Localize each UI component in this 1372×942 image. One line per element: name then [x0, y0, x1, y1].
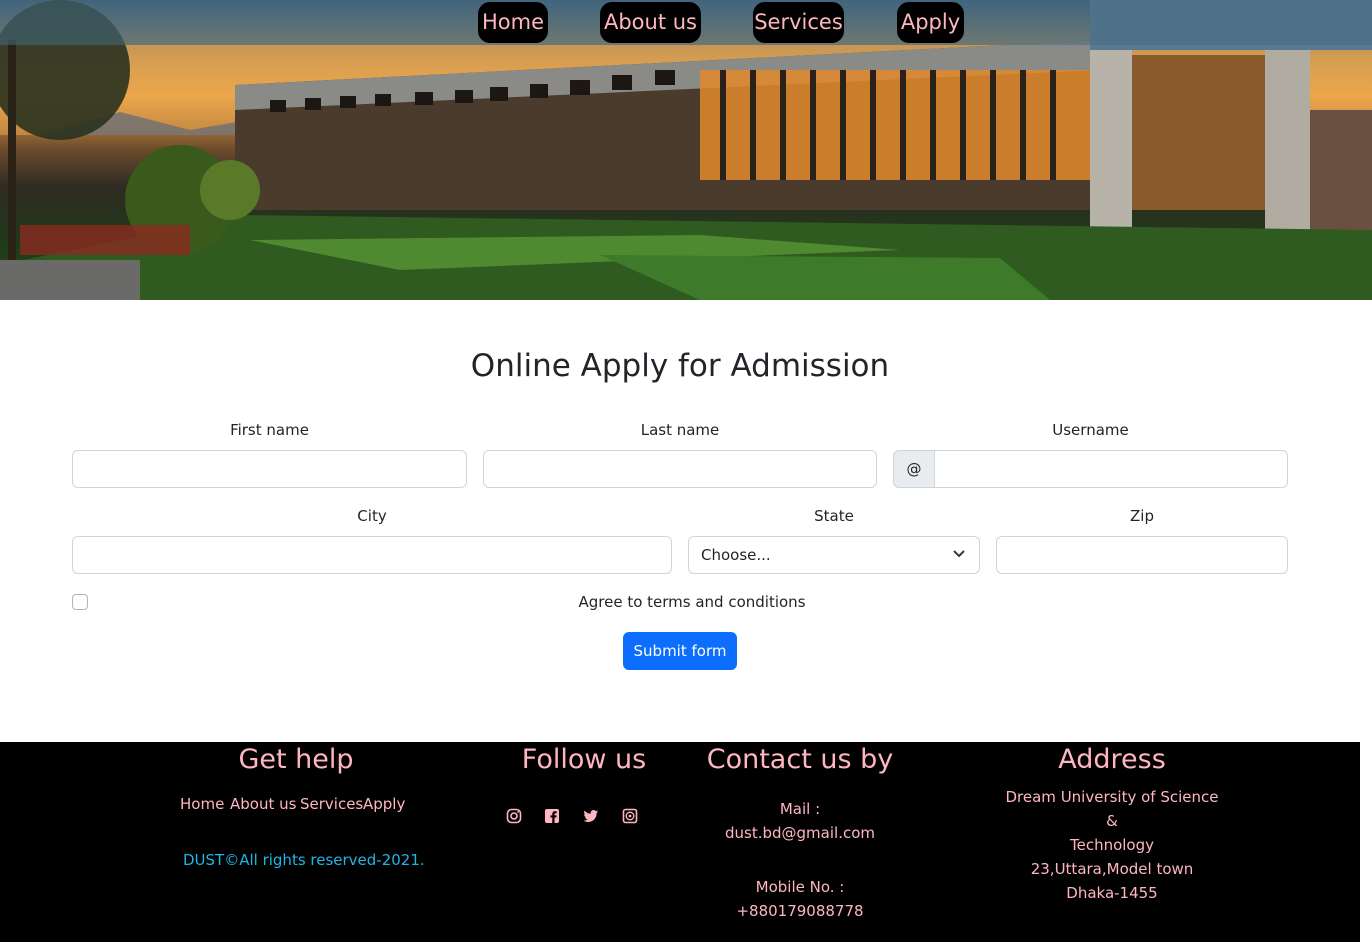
hero-banner-image: Home About us Services Apply: [0, 0, 1372, 300]
form-title: Online Apply for Admission: [470, 348, 890, 384]
username-input[interactable]: [934, 450, 1288, 488]
nav-about-button[interactable]: About us: [600, 2, 701, 43]
address-line-3: Technology: [1069, 836, 1155, 854]
footer-link-apply[interactable]: Apply: [363, 795, 405, 813]
twitter-icon[interactable]: [583, 808, 599, 824]
username-label: Username: [1052, 421, 1129, 439]
state-select[interactable]: Choose...: [688, 536, 980, 574]
city-input[interactable]: [72, 536, 672, 574]
address-line-4: 23,Uttara,Model town: [1030, 860, 1194, 878]
footer-address-heading: Address: [1058, 744, 1166, 775]
campus-building-illustration: [0, 0, 1372, 300]
terms-label: Agree to terms and conditions: [578, 593, 806, 611]
mobile-value: +880179088778: [736, 902, 864, 920]
footer-contact-heading: Contact us by: [706, 744, 894, 775]
zip-label: Zip: [1130, 507, 1154, 525]
mail-label: Mail :: [779, 800, 821, 818]
facebook-icon[interactable]: [544, 808, 560, 824]
copyright-text: DUST©All rights reserved-2021.: [183, 851, 425, 869]
footer-link-about[interactable]: About us: [230, 795, 296, 813]
zip-input[interactable]: [996, 536, 1288, 574]
last-name-label: Last name: [640, 421, 720, 439]
first-name-input[interactable]: [72, 450, 467, 488]
username-at-prefix: @: [893, 450, 935, 488]
nav-home-button[interactable]: Home: [478, 2, 548, 43]
footer-follow-heading: Follow us: [521, 744, 647, 775]
instagram-icon[interactable]: [506, 808, 522, 824]
state-label: State: [814, 507, 854, 525]
first-name-label: First name: [230, 421, 309, 439]
page: Home About us Services Apply Online Appl…: [0, 0, 1372, 942]
footer-link-home[interactable]: Home: [180, 795, 224, 813]
mobile-label: Mobile No. :: [755, 878, 845, 896]
state-select-value: Choose...: [701, 546, 771, 564]
top-navbar: Home About us Services Apply: [0, 0, 1372, 45]
city-label: City: [357, 507, 387, 525]
nav-services-button[interactable]: Services: [753, 2, 844, 43]
nav-apply-button[interactable]: Apply: [897, 2, 964, 43]
chevron-down-icon: [953, 550, 965, 558]
address-line-2: &: [1106, 812, 1118, 830]
footer-help-heading: Get help: [238, 744, 354, 775]
address-line-5: Dhaka-1455: [1066, 884, 1158, 902]
mail-value[interactable]: dust.bd@gmail.com: [700, 821, 900, 845]
submit-form-button[interactable]: Submit form: [623, 632, 737, 670]
address-line-1: Dream University of Science: [1005, 788, 1219, 806]
whatsapp-icon[interactable]: [622, 808, 638, 824]
last-name-input[interactable]: [483, 450, 877, 488]
footer-link-services[interactable]: Services: [300, 795, 363, 813]
